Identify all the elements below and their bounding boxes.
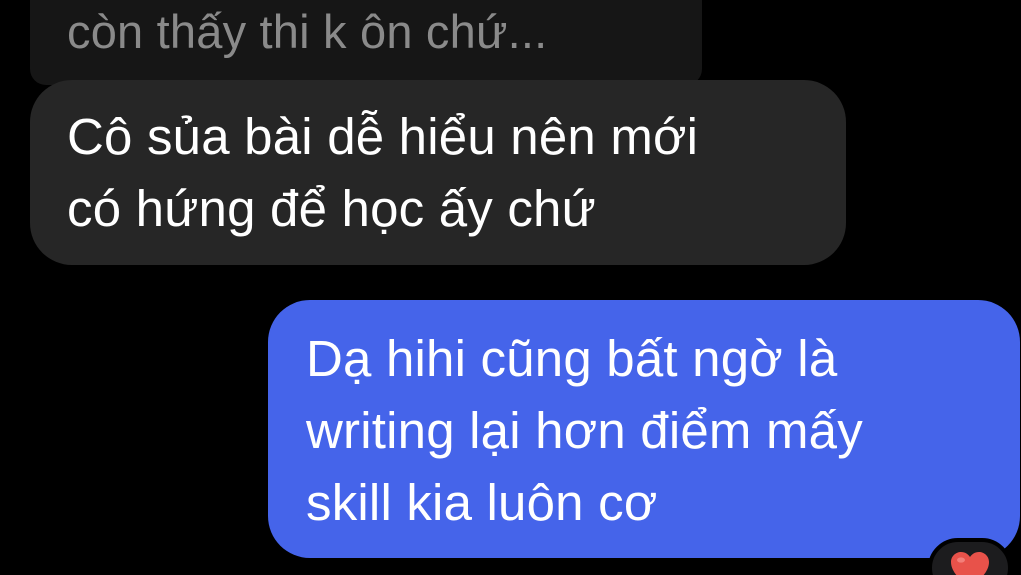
- received-message-bubble[interactable]: Cô sủa bài dễ hiểu nên mới có hứng để họ…: [30, 80, 846, 265]
- sent-message-line: writing lại hơn điểm mấy: [306, 402, 863, 459]
- heart-icon: [951, 552, 989, 575]
- quoted-message-text: còn thấy thi k ôn chứ...: [67, 5, 548, 58]
- chat-thread: còn thấy thi k ôn chứ... Cô sủa bài dễ h…: [0, 0, 1021, 575]
- quoted-message-bubble[interactable]: còn thấy thi k ôn chứ...: [30, 0, 702, 85]
- received-message-line: Cô sủa bài dễ hiểu nên mới: [67, 108, 699, 165]
- sent-message-line: skill kia luôn cơ: [306, 474, 658, 531]
- sent-message-line: Dạ hihi cũng bất ngờ là: [306, 330, 838, 387]
- received-message-line: có hứng để học ấy chứ: [67, 180, 596, 237]
- message-reaction[interactable]: [928, 538, 1012, 575]
- sent-message-bubble[interactable]: Dạ hihi cũng bất ngờ là writing lại hơn …: [268, 300, 1020, 558]
